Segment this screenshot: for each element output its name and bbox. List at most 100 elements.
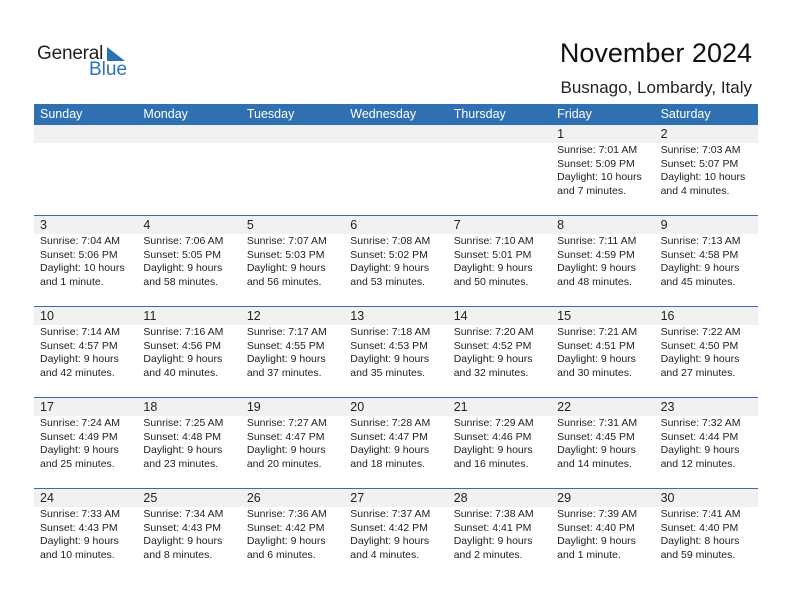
day-cell: Sunrise: 7:24 AM Sunset: 4:49 PM Daylight:…: [34, 416, 137, 471]
sunrise-time: Sunrise: 7:11 AM: [557, 235, 637, 247]
daylight-duration: Daylight: 9 hours: [143, 444, 223, 456]
day-cell: Sunrise: 7:03 AM Sunset: 5:07 PM Daylight:…: [655, 143, 758, 198]
daylight-duration: and 8 minutes.: [143, 548, 213, 561]
daylight-duration: and 10 minutes.: [40, 548, 115, 561]
daylight-duration: Daylight: 9 hours: [453, 535, 533, 547]
day-cell: Sunrise: 7:22 AM Sunset: 4:50 PM Daylight:…: [655, 325, 758, 380]
sunset-time: Sunset: 4:59 PM: [557, 248, 635, 261]
sunset-time: Sunset: 4:42 PM: [246, 521, 325, 534]
daylight-duration: Daylight: 9 hours: [40, 535, 119, 547]
daylight-duration: Daylight: 9 hours: [350, 444, 430, 456]
daylight-duration: and 20 minutes.: [246, 457, 322, 470]
day-number: 23: [660, 400, 675, 414]
day-details-row: Sunrise: 7:01 AM Sunset: 5:09 PM Daylight:…: [34, 143, 758, 198]
sunrise-time: Sunrise: 7:39 AM: [557, 508, 638, 520]
logo: General Blue: [37, 43, 137, 83]
daylight-duration: and 1 minute.: [40, 275, 104, 288]
sunrise-time: Sunrise: 7:32 AM: [660, 417, 741, 429]
day-details-row: Sunrise: 7:24 AM Sunset: 4:49 PM Daylight:…: [34, 416, 758, 471]
sunset-time: Sunset: 4:43 PM: [40, 521, 118, 534]
week-row: 1 2 Sunrise: 7:01 AM Sunset: 5:09 PM Dayligh…: [34, 125, 758, 215]
day-number: [34, 125, 137, 143]
daylight-duration: and 40 minutes.: [143, 366, 219, 379]
daylight-duration: Daylight: 9 hours: [660, 262, 740, 274]
day-cell: Sunrise: 7:13 AM Sunset: 4:58 PM Daylight:…: [655, 234, 758, 289]
daylight-duration: and 16 minutes.: [453, 457, 529, 470]
day-cell: Sunrise: 7:38 AM Sunset: 4:41 PM Daylight:…: [448, 507, 551, 562]
day-number: 2: [660, 127, 668, 141]
day-number: 26: [246, 491, 261, 505]
day-details-row: Sunrise: 7:14 AM Sunset: 4:57 PM Daylight:…: [34, 325, 758, 380]
sunset-time: Sunset: 4:40 PM: [557, 521, 635, 534]
day-number: 24: [40, 491, 54, 505]
day-number: 30: [660, 491, 675, 505]
daylight-duration: and 6 minutes.: [246, 548, 316, 561]
sunrise-time: Sunrise: 7:31 AM: [557, 417, 638, 429]
sunset-time: Sunset: 4:47 PM: [246, 430, 325, 443]
sunset-time: Sunset: 4:51 PM: [557, 339, 635, 352]
sunrise-time: Sunrise: 7:01 AM: [557, 144, 638, 156]
weekday-thursday: Thursday: [453, 107, 506, 121]
empty-day-cell: [448, 143, 551, 198]
daylight-duration: Daylight: 10 hours: [40, 262, 125, 274]
day-cell: Sunrise: 7:20 AM Sunset: 4:52 PM Daylight:…: [448, 325, 551, 380]
sunrise-time: Sunrise: 7:16 AM: [143, 326, 224, 338]
week-row: 24 25 26 27 28 29 30 Sunrise: 7:33 AM Sunset: 4:…: [34, 488, 758, 579]
day-cell: Sunrise: 7:33 AM Sunset: 4:43 PM Daylight:…: [34, 507, 137, 562]
daylight-duration: and 32 minutes.: [453, 366, 529, 379]
day-number-band: 24 25 26 27 28 29 30: [34, 489, 758, 507]
day-cell: Sunrise: 7:01 AM Sunset: 5:09 PM Daylight:…: [551, 143, 654, 198]
day-details-row: Sunrise: 7:33 AM Sunset: 4:43 PM Daylight:…: [34, 507, 758, 562]
day-cell: Sunrise: 7:27 AM Sunset: 4:47 PM Daylight:…: [241, 416, 344, 471]
sunset-time: Sunset: 5:09 PM: [557, 157, 635, 170]
day-number: 28: [453, 491, 468, 505]
daylight-duration: Daylight: 8 hours: [660, 535, 740, 547]
sunset-time: Sunset: 5:03 PM: [246, 248, 325, 261]
week-row: 17 18 19 20 21 22 23 Sunrise: 7:24 AM Sunset: 4:…: [34, 397, 758, 488]
day-cell: Sunrise: 7:17 AM Sunset: 4:55 PM Daylight:…: [241, 325, 344, 380]
daylight-duration: and 14 minutes.: [557, 457, 632, 470]
sunrise-time: Sunrise: 7:41 AM: [660, 508, 741, 520]
sunset-time: Sunset: 4:50 PM: [660, 339, 739, 352]
daylight-duration: and 45 minutes.: [660, 275, 736, 288]
day-number: 1: [557, 127, 565, 141]
daylight-duration: and 12 minutes.: [660, 457, 736, 470]
day-cell: Sunrise: 7:04 AM Sunset: 5:06 PM Daylight:…: [34, 234, 137, 289]
sunrise-time: Sunrise: 7:03 AM: [660, 144, 741, 156]
day-number: 4: [143, 218, 151, 232]
day-number: [448, 125, 551, 143]
sunset-time: Sunset: 5:01 PM: [453, 248, 532, 261]
sunrise-time: Sunrise: 7:38 AM: [453, 508, 534, 520]
day-number: 11: [143, 309, 157, 323]
daylight-duration: and 48 minutes.: [557, 275, 632, 288]
daylight-duration: Daylight: 9 hours: [246, 262, 326, 274]
day-cell: Sunrise: 7:16 AM Sunset: 4:56 PM Daylight:…: [137, 325, 240, 380]
daylight-duration: Daylight: 9 hours: [453, 444, 533, 456]
sunrise-time: Sunrise: 7:28 AM: [350, 417, 431, 429]
sunrise-time: Sunrise: 7:29 AM: [453, 417, 534, 429]
day-number: 9: [660, 218, 668, 232]
page-title: November 2024: [559, 38, 752, 68]
weekday-monday: Monday: [143, 107, 188, 121]
daylight-duration: Daylight: 10 hours: [660, 171, 746, 183]
day-cell: Sunrise: 7:28 AM Sunset: 4:47 PM Daylight:…: [344, 416, 447, 471]
logo-text-blue: Blue: [89, 59, 128, 80]
daylight-duration: and 30 minutes.: [557, 366, 632, 379]
sunset-time: Sunset: 4:40 PM: [660, 521, 739, 534]
day-number: 14: [453, 309, 468, 323]
sunset-time: Sunset: 4:42 PM: [350, 521, 428, 534]
sunrise-time: Sunrise: 7:24 AM: [40, 417, 120, 429]
sunrise-time: Sunrise: 7:17 AM: [246, 326, 327, 338]
day-number: 20: [350, 400, 365, 414]
day-number-band: 12: [34, 125, 758, 143]
week-row: 3 4 5 6 7 8 9 Sunrise: 7:04 AM Sunset: 5:06 PM Da…: [34, 215, 758, 306]
daylight-duration: Daylight: 9 hours: [557, 535, 636, 547]
daylight-duration: Daylight: 9 hours: [557, 353, 636, 365]
day-number: 13: [350, 309, 365, 323]
day-number: 8: [557, 218, 565, 232]
daylight-duration: and 58 minutes.: [143, 275, 219, 288]
daylight-duration: Daylight: 9 hours: [660, 353, 740, 365]
daylight-duration: Daylight: 9 hours: [143, 535, 223, 547]
sunrise-time: Sunrise: 7:20 AM: [453, 326, 534, 338]
daylight-duration: and 37 minutes.: [246, 366, 322, 379]
